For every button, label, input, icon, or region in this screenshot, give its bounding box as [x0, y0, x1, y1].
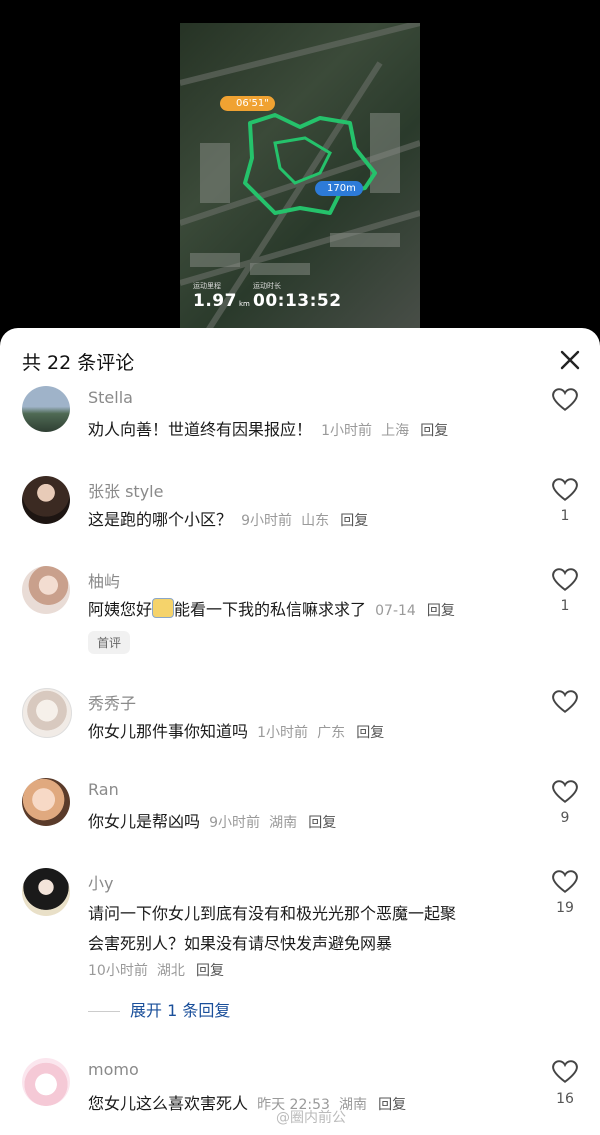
distance-value: 1.97 — [193, 291, 237, 311]
heart-icon[interactable] — [552, 568, 578, 592]
reply-button[interactable]: 回复 — [420, 423, 448, 439]
divider — [88, 1011, 120, 1012]
duration-value: 00:13:52 — [253, 291, 342, 311]
video-player[interactable]: 06'51" 170m 运动里程 1.97 km 运动时长 00:13:52 — [0, 0, 600, 343]
comment-username[interactable]: 张张 style — [88, 478, 163, 502]
like-count: 19 — [556, 900, 574, 916]
reply-button[interactable]: 回复 — [340, 513, 368, 529]
like-count: 16 — [556, 1091, 574, 1107]
comment-text: 请问一下你女儿到底有没有和极光光那个恶魔一起聚 — [88, 904, 457, 923]
comment-text: 阿姨您好 能看一下我的私信嘛求求了 07-14 回复 — [88, 596, 455, 620]
comment-text-line2: 会害死别人？如果没有请尽快发声避免网暴 — [88, 934, 393, 953]
comment-body: 这是跑的哪个小区？ — [88, 510, 233, 529]
comments-count-title: 共 22 条评论 — [22, 352, 135, 374]
reply-button[interactable]: 回复 — [378, 1097, 406, 1113]
comment-time: 10小时前 — [88, 963, 148, 979]
avatar[interactable] — [22, 778, 70, 826]
comment-text: 这是跑的哪个小区？ 9小时前 山东 回复 — [88, 506, 368, 530]
reply-button[interactable]: 回复 — [427, 603, 455, 619]
comment-username[interactable]: Stella — [88, 388, 133, 407]
comment-location: 湖北 — [156, 963, 185, 979]
comment-location: 湖南 — [269, 815, 298, 831]
duration-stat: 运动时长 00:13:52 — [253, 281, 342, 311]
avatar[interactable] — [22, 688, 72, 738]
distance-label: 运动里程 — [193, 282, 221, 290]
heart-icon[interactable] — [552, 1060, 578, 1084]
distance-unit: km — [238, 300, 250, 308]
avatar[interactable] — [22, 476, 70, 524]
comment-time: 07-14 — [375, 603, 416, 619]
heart-icon[interactable] — [552, 780, 578, 804]
comment-time: 9小时前 — [209, 815, 261, 831]
comment-text: 你女儿是帮凶吗 9小时前 湖南 回复 — [88, 808, 336, 832]
comment-time: 1小时前 — [321, 423, 373, 439]
run-route-map: 06'51" 170m 运动里程 1.97 km 运动时长 00:13:52 — [180, 23, 420, 343]
comment-username[interactable]: 柚屿 — [88, 568, 120, 592]
pace-badge: 06'51" — [220, 96, 275, 111]
first-comment-badge: 首评 — [88, 631, 131, 654]
duration-label: 运动时长 — [253, 282, 281, 290]
like-count: 1 — [560, 598, 570, 614]
heart-icon[interactable] — [552, 478, 578, 502]
reply-button[interactable]: 回复 — [196, 963, 224, 979]
comment-body: 您女儿这么喜欢害死人 — [88, 1094, 249, 1113]
comment-meta: 10小时前 湖北 回复 — [84, 960, 224, 980]
heart-icon[interactable] — [552, 870, 578, 894]
comment-text: 你女儿那件事你知道吗 1小时前 广东 回复 — [88, 718, 384, 742]
distance-marker: 170m — [315, 181, 363, 196]
comment-body-continued: 能看一下我的私信嘛求求了 — [174, 600, 367, 619]
heart-icon[interactable] — [552, 388, 578, 412]
close-icon[interactable] — [558, 348, 582, 372]
avatar[interactable] — [22, 566, 70, 614]
like-count: 9 — [560, 810, 570, 826]
comment-time: 9小时前 — [241, 513, 293, 529]
reply-button[interactable]: 回复 — [356, 725, 384, 741]
heart-icon[interactable] — [552, 690, 578, 714]
avatar[interactable] — [22, 1058, 70, 1106]
comment-text: 劝人向善！世道终有因果报应！ 1小时前 上海 回复 — [88, 416, 448, 440]
distance-stat: 运动里程 1.97 km — [193, 281, 250, 311]
comment-body: 你女儿那件事你知道吗 — [88, 722, 249, 741]
comment-username[interactable]: 秀秀子 — [88, 690, 136, 714]
comment-location: 广东 — [317, 725, 346, 741]
avatar[interactable] — [22, 868, 70, 916]
like-count: 1 — [560, 508, 570, 524]
comment-location: 上海 — [381, 423, 410, 439]
avatar[interactable] — [22, 386, 70, 432]
comment-username[interactable]: momo — [88, 1060, 139, 1079]
reply-button[interactable]: 回复 — [308, 815, 336, 831]
comment-body: 阿姨您好 — [88, 600, 153, 619]
watermark: @圈内前公 — [276, 1110, 346, 1126]
comment-time: 1小时前 — [257, 725, 309, 741]
comment-username[interactable]: Ran — [88, 780, 119, 799]
comment-body: 你女儿是帮凶吗 — [88, 812, 201, 831]
expand-replies-label: 展开 1 条回复 — [130, 1001, 231, 1020]
expand-replies-button[interactable]: 展开 1 条回复 — [88, 997, 230, 1021]
comment-body: 劝人向善！世道终有因果报应！ — [88, 420, 313, 439]
comment-text: 您女儿这么喜欢害死人 昨天 22:53 湖南 回复 — [88, 1090, 406, 1114]
comment-location: 山东 — [301, 513, 330, 529]
comment-username[interactable]: 小y — [88, 870, 113, 894]
emoji-icon — [152, 598, 175, 618]
